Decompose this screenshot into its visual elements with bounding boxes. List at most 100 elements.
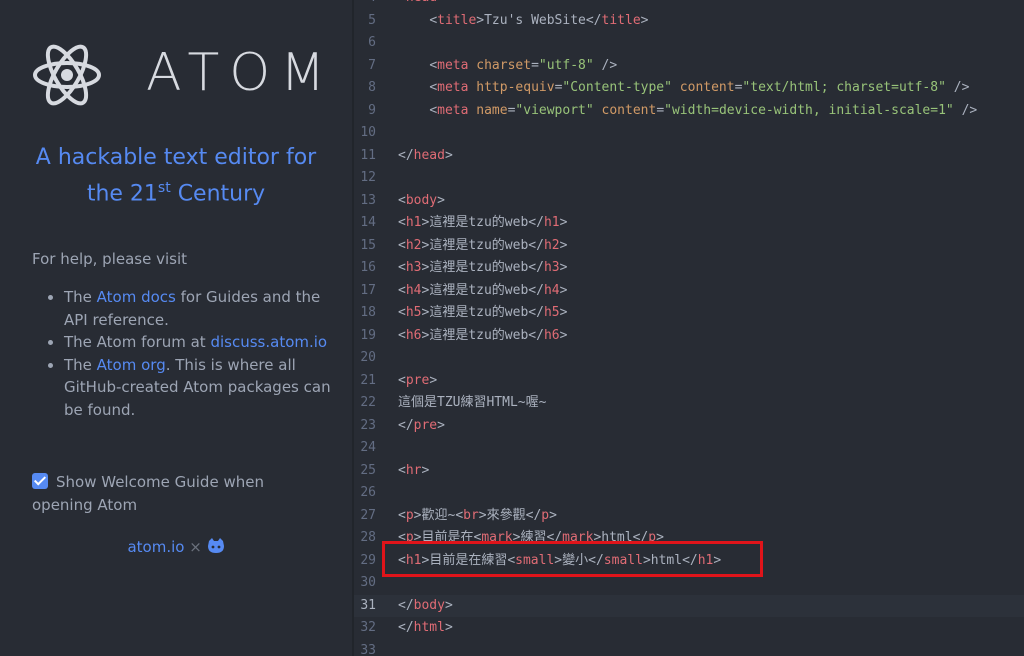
code-line[interactable]: 5 <title>Tzu's WebSite</title> — [354, 10, 1024, 33]
footer: atom.io × — [0, 538, 352, 556]
line-number: 4 — [354, 0, 376, 10]
atom-wordmark: ATOM — [146, 43, 336, 103]
code-token: h1 — [543, 215, 560, 230]
code-line[interactable]: 8 <meta http-equiv="Content-type" conten… — [354, 77, 1024, 100]
line-number: 27 — [360, 507, 376, 523]
code-line[interactable]: 19 <h6>這裡是tzu的web</h6> — [354, 325, 1024, 348]
code-line[interactable]: 15 <h2>這裡是tzu的web</h2> — [354, 235, 1024, 258]
code-token: </ — [398, 147, 414, 163]
tagline-line-2: the 21st Century — [0, 173, 352, 209]
code-token: < — [398, 507, 406, 523]
code-token: br — [463, 507, 479, 523]
code-line[interactable]: 12 — [354, 167, 1024, 190]
atom-io-link[interactable]: atom.io — [127, 538, 184, 556]
discuss-forum-link[interactable]: discuss.atom.io — [210, 333, 327, 351]
help-text: The — [64, 355, 97, 374]
code-token: </ — [528, 327, 544, 343]
line-number: 11 — [360, 147, 376, 163]
code-line[interactable]: 22 這個是TZU練習HTML~喔~ — [354, 392, 1024, 415]
show-welcome-guide-checkbox[interactable] — [32, 473, 48, 489]
line-number: 13 — [360, 192, 376, 208]
line-number: 7 — [368, 57, 376, 73]
line-number: 9 — [368, 102, 376, 118]
code-token: > — [421, 462, 430, 478]
code-line[interactable]: 25 <hr> — [354, 460, 1024, 483]
code-token: < — [398, 215, 406, 230]
code-token: meta — [437, 80, 469, 95]
code-token: </ — [398, 417, 414, 433]
code-line[interactable]: 23 </pre> — [354, 415, 1024, 438]
code-token: /> — [601, 57, 618, 73]
code-token: h3 — [543, 260, 560, 275]
code-line[interactable]: 16 <h3>這裡是tzu的web</h3> — [354, 257, 1024, 280]
code-line[interactable]: 11 </head> — [354, 145, 1024, 168]
octocat-icon[interactable] — [207, 538, 225, 554]
line-number: 17 — [360, 282, 376, 298]
atom-icon — [33, 44, 101, 106]
code-token: h5 — [543, 305, 560, 320]
code-token: > — [476, 12, 485, 28]
code-line[interactable]: 17 <h4>這裡是tzu的web</h4> — [354, 280, 1024, 303]
code-text: </html> — [398, 617, 453, 640]
code-line[interactable]: 20 — [354, 347, 1024, 370]
code-line[interactable]: 14 <h1>這裡是tzu的web</h1> — [354, 212, 1024, 235]
code-text: <meta name="viewport" content="width=dev… — [398, 100, 977, 123]
code-line[interactable]: 6 — [354, 32, 1024, 55]
code-text: <meta http-equiv="Content-type" content=… — [398, 77, 969, 100]
code-token: p — [541, 507, 550, 523]
help-text: The — [64, 288, 97, 306]
code-token: > — [478, 507, 487, 523]
code-line[interactable]: 4 <head> — [354, 0, 1024, 10]
code-text: </head> — [398, 145, 453, 168]
code-line[interactable]: 27 <p>歡迎~<br>來參觀</p> — [354, 505, 1024, 528]
atom-org-link[interactable]: Atom org — [97, 356, 166, 374]
code-token: > — [437, 0, 445, 5]
code-text: <body> — [398, 190, 445, 213]
line-number: 29 — [360, 552, 376, 568]
code-line[interactable]: 9 <meta name="viewport" content="width=d… — [354, 100, 1024, 123]
code-token: < — [429, 12, 438, 28]
code-line[interactable]: 26 — [354, 482, 1024, 505]
code-token: h1 — [405, 215, 422, 230]
code-line[interactable]: 31 </body> — [354, 594, 1024, 617]
code-token: /> — [961, 102, 978, 118]
code-text: <p>歡迎~<br>來參觀</p> — [398, 505, 557, 528]
code-token: </ — [528, 260, 544, 275]
code-text: </pre> — [398, 415, 445, 438]
line-number: 22 — [360, 395, 376, 410]
show-welcome-guide-row[interactable]: Show Welcome Guide when opening Atom — [32, 471, 292, 517]
code-line[interactable]: 33 — [354, 640, 1024, 656]
code-token: </ — [398, 597, 414, 613]
code-line[interactable]: 21 <pre> — [354, 370, 1024, 393]
code-text: <h3>這裡是tzu的web</h3> — [398, 257, 567, 280]
code-token: < — [429, 80, 438, 95]
code-token: < — [429, 57, 438, 73]
code-token: > — [559, 282, 568, 298]
code-token: </ — [525, 507, 542, 523]
line-number: 16 — [360, 260, 376, 275]
code-token: "Content-type" — [562, 80, 672, 95]
code-line[interactable]: 7 <meta charset="utf-8" /> — [354, 55, 1024, 78]
code-text: <pre> — [398, 370, 437, 393]
code-text: <h4>這裡是tzu的web</h4> — [398, 280, 567, 303]
atom-docs-link[interactable]: Atom docs — [97, 288, 176, 306]
line-number: 20 — [360, 350, 376, 365]
code-token: < — [398, 462, 406, 478]
code-token: content — [601, 102, 657, 118]
line-number: 15 — [360, 237, 376, 253]
code-text: <title>Tzu's WebSite</title> — [398, 10, 648, 33]
code-line[interactable]: 32 </html> — [354, 617, 1024, 640]
code-token: < — [398, 327, 406, 343]
code-token: h4 — [543, 282, 560, 298]
code-line[interactable]: 24 — [354, 437, 1024, 460]
code-line[interactable]: 10 — [354, 122, 1024, 145]
line-number: 8 — [368, 80, 376, 95]
code-token: </ — [585, 12, 602, 28]
code-line[interactable]: 18 <h5>這裡是tzu的web</h5> — [354, 302, 1024, 325]
code-line[interactable]: 13 <body> — [354, 190, 1024, 213]
line-number: 6 — [368, 35, 376, 50]
